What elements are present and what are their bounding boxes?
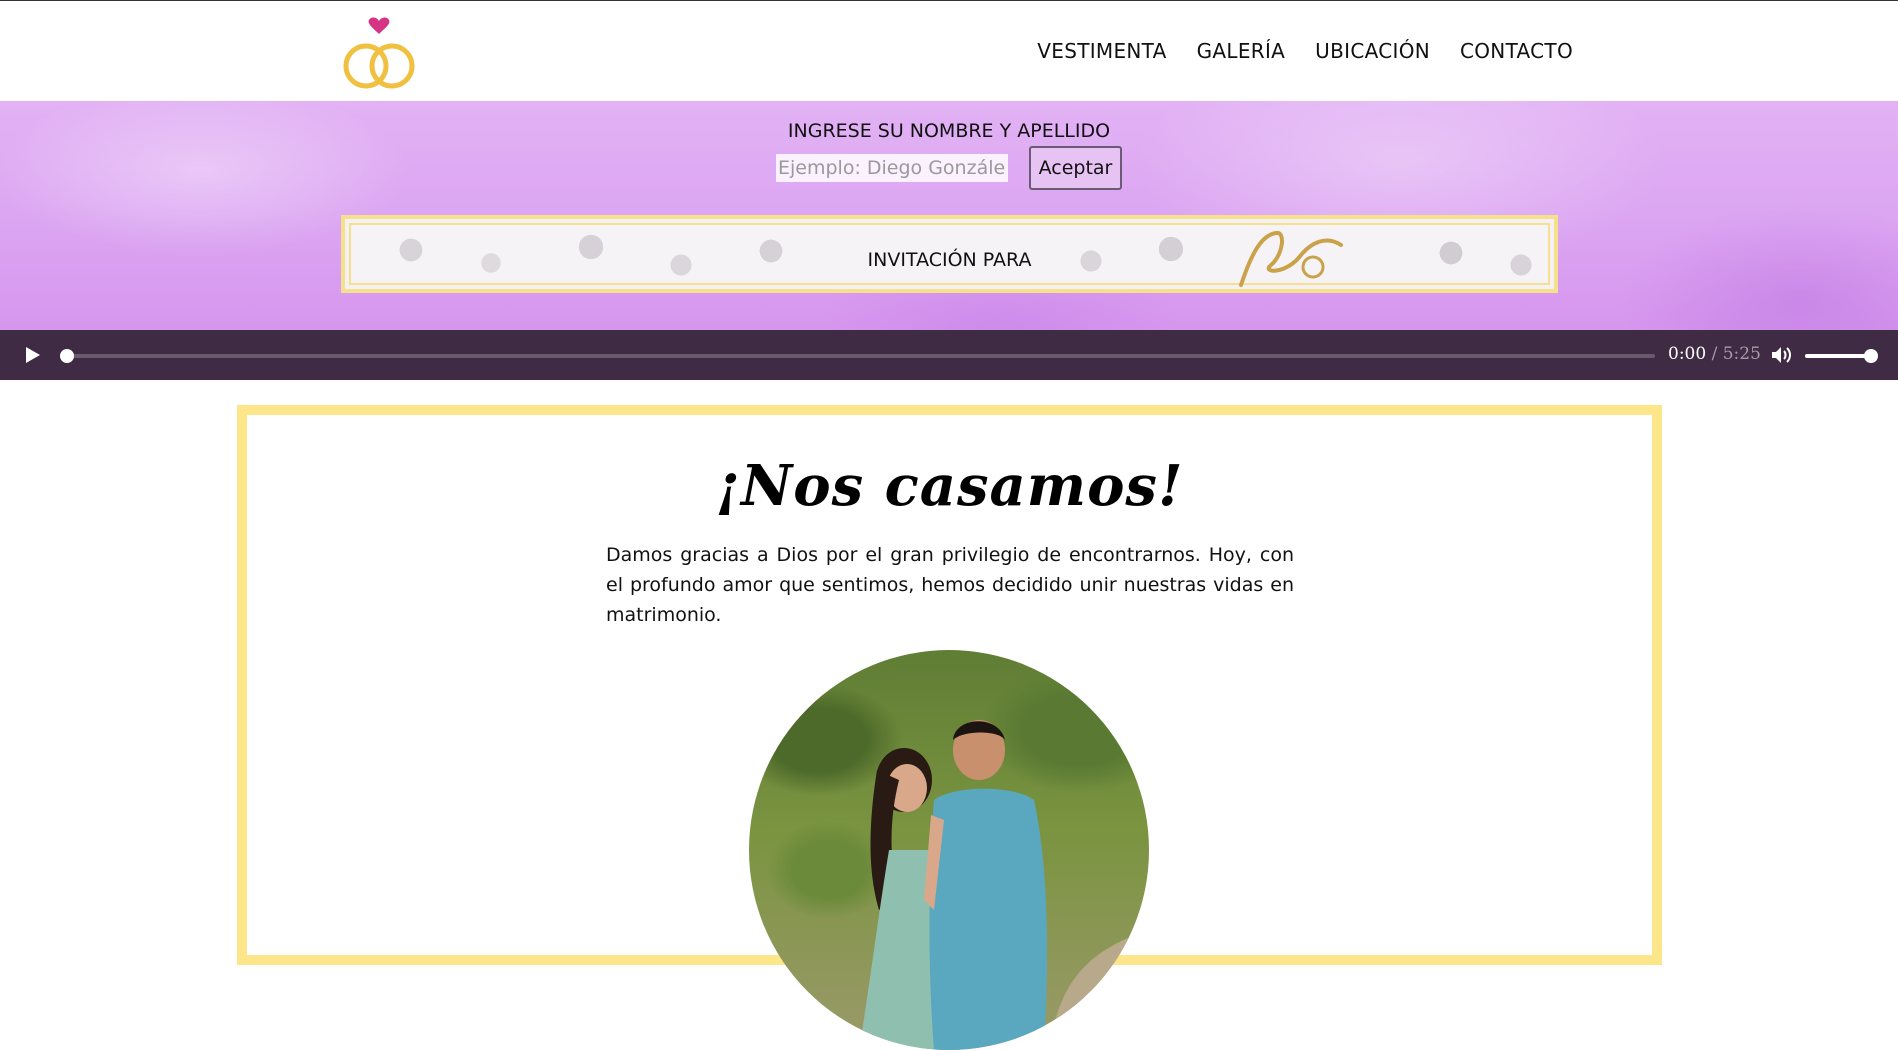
nav-link-galeria[interactable]: GALERÍA [1197,39,1286,63]
nav-link-vestimenta[interactable]: VESTIMENTA [1037,39,1166,63]
volume-slider[interactable] [1805,349,1878,363]
volume-thumb[interactable] [1864,349,1878,363]
nav-link-ubicacion[interactable]: UBICACIÓN [1315,39,1430,63]
card-intro-text: Damos gracias a Dios por el gran privile… [606,544,1294,626]
wedding-announcement-card: ¡Nos casamos! Damos gracias a Dios por e… [237,405,1662,1050]
top-navbar: VESTIMENTA GALERÍA UBICACIÓN CONTACTO [0,1,1898,101]
invitation-banner: INVITACIÓN PARA [341,215,1558,293]
card-title: ¡Nos casamos! [715,453,1184,519]
audio-player: 0:00 / 5:25 [0,330,1898,380]
couple-photo-illustration [859,720,1149,1050]
name-input[interactable] [776,154,1008,182]
current-time: 0:00 [1668,344,1707,364]
invitation-for-text: INVITACIÓN PARA [867,249,1032,271]
wedding-rings-logo[interactable] [337,14,421,90]
total-duration: 5:25 [1722,344,1761,364]
mute-button[interactable] [1770,344,1794,366]
play-button[interactable] [21,344,43,366]
banner-floral-background: INVITACIÓN PARA [349,223,1550,287]
time-display: 0:00 / 5:25 [1668,344,1761,364]
time-separator: / [1706,344,1723,364]
progress-thumb[interactable] [60,349,74,363]
accept-button[interactable]: Aceptar [1029,146,1122,190]
play-icon [26,347,40,363]
nav-link-contacto[interactable]: CONTACTO [1460,39,1573,63]
audio-progress-bar[interactable] [60,349,1655,363]
volume-icon [1772,347,1791,363]
couple-photo [749,650,1149,1050]
main-menu: VESTIMENTA GALERÍA UBICACIÓN CONTACTO [1037,39,1573,63]
name-prompt-label: INGRESE SU NOMBRE Y APELLIDO [787,120,1111,142]
rings-heart-icon [343,17,415,89]
hero-section: INGRESE SU NOMBRE Y APELLIDO Aceptar INV… [0,101,1898,330]
